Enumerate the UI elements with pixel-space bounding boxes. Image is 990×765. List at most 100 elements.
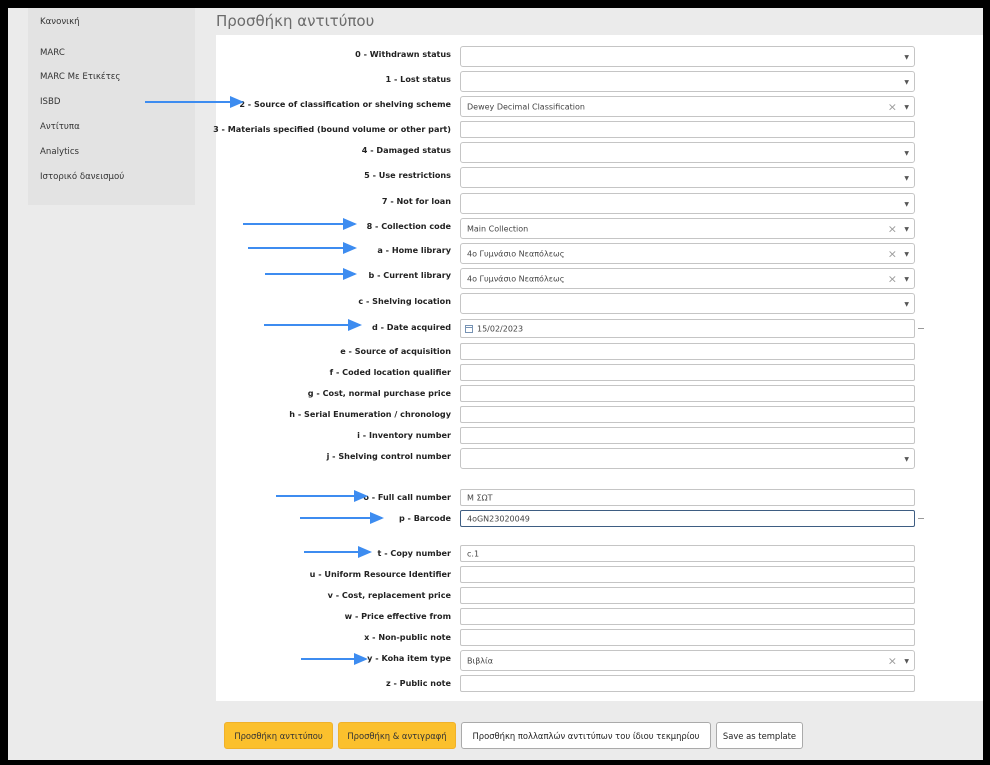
annotation-arrow bbox=[276, 490, 368, 502]
annotation-arrow bbox=[145, 96, 244, 108]
uri-input[interactable] bbox=[460, 566, 915, 583]
koha-item-type-select[interactable]: Βιβλία × ▼ bbox=[460, 650, 915, 671]
label-public-note: z - Public note bbox=[385, 678, 451, 688]
label-serial-enumeration: h - Serial Enumeration / chronology bbox=[289, 409, 451, 419]
cost-normal-purchase-input[interactable] bbox=[460, 385, 915, 402]
sidebar-item-circulation-history[interactable]: Ιστορικό δανεισμού bbox=[40, 172, 124, 182]
barcode-input[interactable]: 4oGN23020049 bbox=[460, 510, 915, 527]
add-multiple-items-button[interactable]: Προσθήκη πολλαπλών αντιτύπων του ίδιου τ… bbox=[461, 722, 711, 749]
current-library-value: 4ο Γυμνάσιο Νεαπόλεως bbox=[467, 274, 565, 283]
label-collection-code: 8 - Collection code bbox=[366, 221, 451, 231]
chevron-down-icon: ▼ bbox=[904, 149, 909, 157]
price-effective-from-input[interactable] bbox=[460, 608, 915, 625]
sidebar-item-isbd[interactable]: ISBD bbox=[40, 97, 61, 107]
current-library-select[interactable]: 4ο Γυμνάσιο Νεαπόλεως × ▼ bbox=[460, 268, 915, 289]
home-library-value: 4ο Γυμνάσιο Νεαπόλεως bbox=[467, 249, 565, 258]
label-use-restrictions: 5 - Use restrictions bbox=[364, 170, 451, 180]
label-price-effective-from: w - Price effective from bbox=[344, 611, 451, 621]
chevron-down-icon: ▼ bbox=[904, 657, 909, 665]
collection-code-value: Main Collection bbox=[467, 224, 529, 233]
classification-source-value: Dewey Decimal Classification bbox=[467, 102, 585, 111]
label-materials-specified: 3 - Materials specified (bound volume or… bbox=[213, 124, 451, 134]
chevron-down-icon: ▼ bbox=[904, 78, 909, 86]
label-uri: u - Uniform Resource Identifier bbox=[309, 569, 451, 579]
chevron-down-icon: ▼ bbox=[904, 275, 909, 283]
sidebar-item-labeled-marc[interactable]: MARC Με Ετικέτες bbox=[40, 72, 120, 82]
annotation-arrow bbox=[264, 319, 362, 331]
annotation-arrow bbox=[248, 242, 357, 254]
copy-number-value: c.1 bbox=[467, 549, 480, 558]
annotation-arrow bbox=[243, 218, 357, 230]
koha-item-type-value: Βιβλία bbox=[467, 656, 494, 665]
sidebar-item-analytics[interactable]: Analytics bbox=[40, 147, 79, 157]
shelving-location-select[interactable]: ▼ bbox=[460, 293, 915, 314]
field-trailing-dash bbox=[918, 328, 924, 329]
inventory-number-input[interactable] bbox=[460, 427, 915, 444]
full-call-number-value: Μ ΣΩΤ bbox=[467, 493, 493, 502]
label-damaged-status: 4 - Damaged status bbox=[361, 145, 451, 155]
label-cost-normal-purchase: g - Cost, normal purchase price bbox=[307, 388, 451, 398]
shelving-control-number-select[interactable]: ▼ bbox=[460, 448, 915, 469]
sidebar-item-items[interactable]: Αντίτυπα bbox=[40, 122, 80, 132]
add-item-button[interactable]: Προσθήκη αντιτύπου bbox=[224, 722, 333, 749]
not-for-loan-select[interactable]: ▼ bbox=[460, 193, 915, 214]
public-note-input[interactable] bbox=[460, 675, 915, 692]
label-copy-number: t - Copy number bbox=[377, 548, 451, 558]
copy-number-input[interactable]: c.1 bbox=[460, 545, 915, 562]
label-shelving-location: c - Shelving location bbox=[358, 296, 451, 306]
chevron-down-icon: ▼ bbox=[904, 103, 909, 111]
source-of-acquisition-input[interactable] bbox=[460, 343, 915, 360]
label-coded-location-qualifier: f - Coded location qualifier bbox=[329, 367, 451, 377]
serial-enumeration-input[interactable] bbox=[460, 406, 915, 423]
lost-status-select[interactable]: ▼ bbox=[460, 71, 915, 92]
label-classification-source: 2 - Source of classification or shelving… bbox=[239, 99, 451, 109]
coded-location-qualifier-input[interactable] bbox=[460, 364, 915, 381]
full-call-number-input[interactable]: Μ ΣΩΤ bbox=[460, 489, 915, 506]
annotation-arrow bbox=[265, 268, 357, 280]
label-shelving-control-number: j - Shelving control number bbox=[326, 451, 451, 461]
cost-replacement-input[interactable] bbox=[460, 587, 915, 604]
sidebar-item-marc[interactable]: MARC bbox=[40, 48, 65, 58]
label-cost-replacement: v - Cost, replacement price bbox=[327, 590, 451, 600]
annotation-arrow bbox=[304, 546, 372, 558]
sidebar-item-normal[interactable]: Κανονική bbox=[40, 17, 80, 27]
chevron-down-icon: ▼ bbox=[904, 200, 909, 208]
label-date-acquired: d - Date acquired bbox=[371, 322, 451, 332]
chevron-down-icon: ▼ bbox=[904, 250, 909, 258]
materials-specified-input[interactable] bbox=[460, 121, 915, 138]
barcode-value: 4oGN23020049 bbox=[467, 514, 530, 523]
clear-icon[interactable]: × bbox=[888, 247, 897, 260]
label-source-of-acquisition: e - Source of acquisition bbox=[340, 346, 451, 356]
label-koha-item-type: y - Koha item type bbox=[367, 653, 451, 663]
non-public-note-input[interactable] bbox=[460, 629, 915, 646]
annotation-arrow bbox=[301, 653, 368, 665]
clear-icon[interactable]: × bbox=[888, 222, 897, 235]
field-trailing-dash bbox=[918, 518, 924, 519]
collection-code-select[interactable]: Main Collection × ▼ bbox=[460, 218, 915, 239]
classification-source-select[interactable]: Dewey Decimal Classification × ▼ bbox=[460, 96, 915, 117]
use-restrictions-select[interactable]: ▼ bbox=[460, 167, 915, 188]
withdrawn-status-select[interactable]: ▼ bbox=[460, 46, 915, 67]
calendar-icon[interactable] bbox=[465, 324, 473, 333]
page-title: Προσθήκη αντιτύπου bbox=[216, 12, 375, 30]
date-acquired-value: 15/02/2023 bbox=[477, 324, 524, 333]
add-and-duplicate-button[interactable]: Προσθήκη & αντιγραφή bbox=[338, 722, 456, 749]
label-full-call-number: o - Full call number bbox=[363, 492, 451, 502]
clear-icon[interactable]: × bbox=[888, 654, 897, 667]
label-barcode: p - Barcode bbox=[398, 513, 451, 523]
page-canvas: Κανονική MARC MARC Με Ετικέτες ISBD Αντί… bbox=[8, 8, 983, 760]
chevron-down-icon: ▼ bbox=[904, 53, 909, 61]
chevron-down-icon: ▼ bbox=[904, 174, 909, 182]
label-withdrawn-status: 0 - Withdrawn status bbox=[355, 49, 451, 59]
home-library-select[interactable]: 4ο Γυμνάσιο Νεαπόλεως × ▼ bbox=[460, 243, 915, 264]
save-as-template-button[interactable]: Save as template bbox=[716, 722, 803, 749]
damaged-status-select[interactable]: ▼ bbox=[460, 142, 915, 163]
date-acquired-input[interactable]: 15/02/2023 bbox=[460, 319, 915, 338]
sidebar: Κανονική MARC MARC Με Ετικέτες ISBD Αντί… bbox=[28, 8, 195, 205]
chevron-down-icon: ▼ bbox=[904, 225, 909, 233]
chevron-down-icon: ▼ bbox=[904, 300, 909, 308]
label-lost-status: 1 - Lost status bbox=[385, 74, 451, 84]
chevron-down-icon: ▼ bbox=[904, 455, 909, 463]
clear-icon[interactable]: × bbox=[888, 272, 897, 285]
clear-icon[interactable]: × bbox=[888, 100, 897, 113]
